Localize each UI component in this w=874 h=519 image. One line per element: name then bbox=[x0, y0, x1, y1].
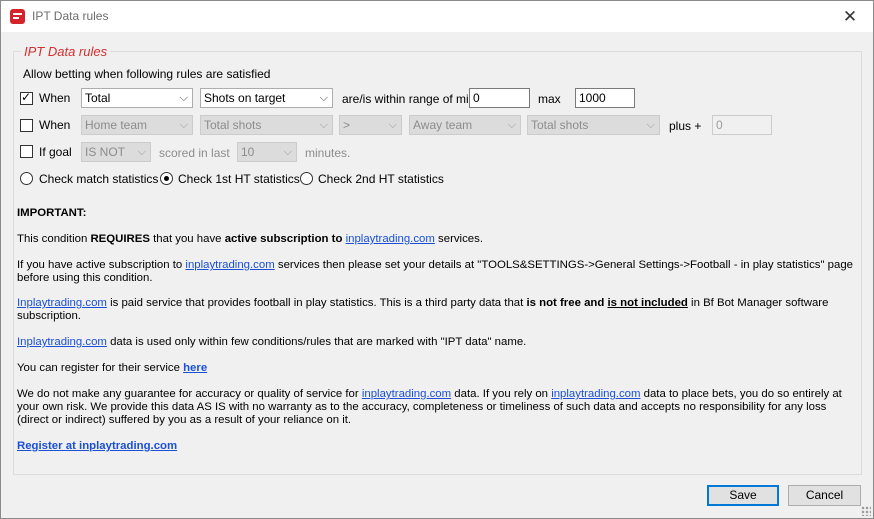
minutes-value: 10 bbox=[241, 145, 255, 159]
row1-stat-value: Shots on target bbox=[204, 91, 286, 105]
min-input[interactable]: 0 bbox=[469, 88, 530, 108]
range-label: are/is within range of min bbox=[342, 92, 476, 106]
save-button[interactable]: Save bbox=[707, 485, 779, 506]
goal-condition-select[interactable]: IS NOT ⌵ bbox=[81, 142, 151, 162]
resize-grip-icon[interactable] bbox=[861, 506, 871, 516]
minutes-select[interactable]: 10 ⌵ bbox=[237, 142, 297, 162]
inplaytrading-link[interactable]: Inplaytrading.com bbox=[17, 336, 107, 348]
register-link[interactable]: Register at inplaytrading.com bbox=[17, 440, 177, 452]
row2-stat-value: Total shots bbox=[204, 118, 262, 132]
row1-scope-select[interactable]: Total ⌵ bbox=[81, 88, 193, 108]
row1-scope-value: Total bbox=[85, 91, 111, 105]
inplaytrading-link[interactable]: inplaytrading.com bbox=[362, 388, 451, 400]
dialog-window: IPT Data rules ✕ IPT Data rules Allow be… bbox=[0, 0, 874, 519]
row1-label: When bbox=[39, 91, 71, 105]
radio-2nd-ht-stats-label: Check 2nd HT statistics bbox=[318, 172, 444, 186]
cancel-button[interactable]: Cancel bbox=[788, 485, 861, 506]
app-logo-icon bbox=[10, 9, 25, 24]
usage-paragraph: Inplaytrading.com data is used only with… bbox=[17, 336, 527, 348]
inplaytrading-link[interactable]: inplaytrading.com bbox=[185, 259, 274, 271]
group-title: IPT Data rules bbox=[21, 44, 111, 59]
row3-checkbox[interactable] bbox=[20, 145, 33, 158]
goal-condition-value: IS NOT bbox=[85, 145, 126, 159]
max-input[interactable]: 1000 bbox=[575, 88, 635, 108]
row2-checkbox[interactable] bbox=[20, 119, 33, 132]
row2-team-select[interactable]: Home team ⌵ bbox=[81, 115, 193, 135]
row2-label: When bbox=[39, 118, 71, 132]
radio-1st-ht-stats-label: Check 1st HT statistics bbox=[178, 172, 300, 186]
chevron-down-icon: ⌵ bbox=[179, 92, 188, 104]
chevron-down-icon: ⌵ bbox=[319, 92, 328, 104]
scored-label: scored in last bbox=[159, 146, 230, 160]
minutes-label: minutes. bbox=[305, 146, 351, 160]
register-link-row: Register at inplaytrading.com bbox=[17, 440, 857, 453]
row3-label: If goal bbox=[39, 145, 72, 159]
row2-team-value: Home team bbox=[85, 118, 148, 132]
important-heading: IMPORTANT: bbox=[17, 207, 87, 219]
requires-paragraph: This condition REQUIRES that you have ac… bbox=[17, 233, 483, 245]
chevron-down-icon: ⌵ bbox=[179, 119, 188, 131]
row2-operator-value: > bbox=[343, 118, 351, 132]
here-link[interactable]: here bbox=[183, 362, 207, 374]
title-bar: IPT Data rules ✕ bbox=[1, 1, 873, 32]
window-title: IPT Data rules bbox=[32, 9, 109, 23]
row2-stat-select[interactable]: Total shots ⌵ bbox=[200, 115, 333, 135]
radio-2nd-ht-stats[interactable] bbox=[300, 172, 313, 185]
disclaimer-paragraph: We do not make any guarantee for accurac… bbox=[17, 388, 842, 426]
close-button[interactable]: ✕ bbox=[827, 1, 873, 32]
row1-stat-select[interactable]: Shots on target ⌵ bbox=[200, 88, 333, 108]
chevron-down-icon: ⌵ bbox=[507, 119, 516, 131]
chevron-down-icon: ⌵ bbox=[283, 146, 292, 158]
chevron-down-icon: ⌵ bbox=[388, 119, 397, 131]
chevron-down-icon: ⌵ bbox=[137, 146, 146, 158]
inplaytrading-link[interactable]: Inplaytrading.com bbox=[17, 297, 107, 309]
max-label: max bbox=[538, 92, 561, 106]
row2-team2-value: Away team bbox=[413, 118, 473, 132]
paid-service-paragraph: Inplaytrading.com is paid service that p… bbox=[17, 297, 829, 322]
plus-input[interactable]: 0 bbox=[712, 115, 772, 135]
row1-checkbox[interactable] bbox=[20, 90, 33, 105]
register-paragraph: You can register for their service here bbox=[17, 362, 208, 374]
inplaytrading-link[interactable]: inplaytrading.com bbox=[551, 388, 640, 400]
settings-paragraph: If you have active subscription to inpla… bbox=[17, 259, 854, 284]
row2-stat2-select[interactable]: Total shots ⌵ bbox=[527, 115, 660, 135]
row2-stat2-value: Total shots bbox=[531, 118, 589, 132]
intro-text: Allow betting when following rules are s… bbox=[23, 67, 271, 81]
radio-match-stats[interactable] bbox=[20, 172, 33, 185]
radio-match-stats-label: Check match statistics bbox=[39, 172, 159, 186]
plus-label: plus + bbox=[669, 119, 702, 133]
chevron-down-icon: ⌵ bbox=[646, 119, 655, 131]
row2-team2-select[interactable]: Away team ⌵ bbox=[409, 115, 521, 135]
inplaytrading-link[interactable]: inplaytrading.com bbox=[346, 233, 435, 245]
chevron-down-icon: ⌵ bbox=[319, 119, 328, 131]
radio-1st-ht-stats[interactable] bbox=[160, 172, 173, 185]
row2-operator-select[interactable]: > ⌵ bbox=[339, 115, 402, 135]
